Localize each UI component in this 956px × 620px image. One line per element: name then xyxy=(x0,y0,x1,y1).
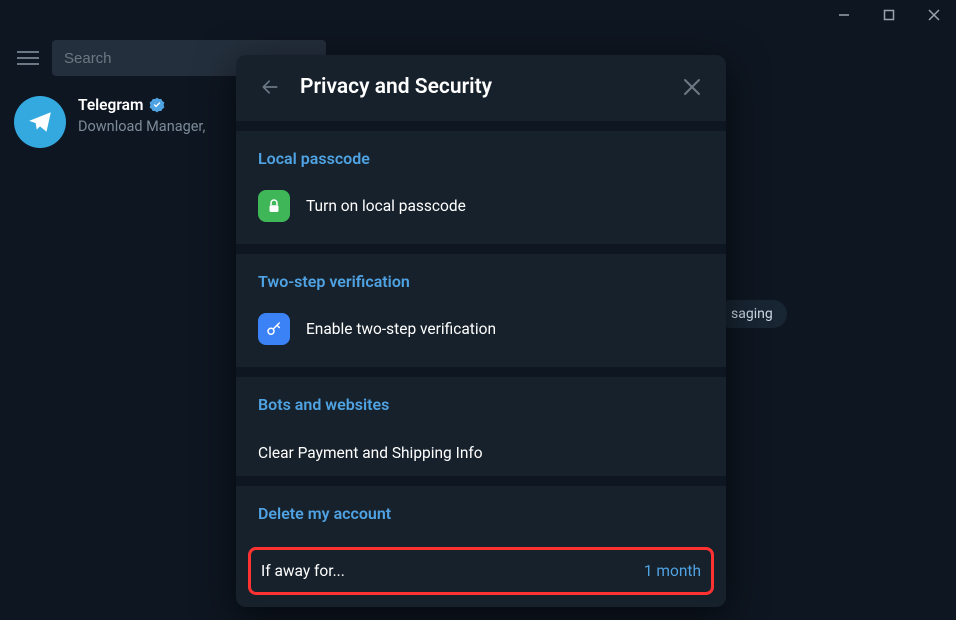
modal-header: Privacy and Security xyxy=(236,55,726,121)
section-header-local-passcode: Local passcode xyxy=(258,149,704,168)
key-icon xyxy=(258,313,290,345)
delete-away-label: If away for... xyxy=(261,562,345,580)
window-maximize-button[interactable] xyxy=(866,0,911,30)
row-if-away-for[interactable]: If away for... 1 month xyxy=(248,547,714,595)
verified-icon xyxy=(149,97,165,113)
window-minimize-button[interactable] xyxy=(821,0,866,30)
chat-subtitle: Download Manager, xyxy=(78,118,205,135)
chat-text: Telegram Download Manager, xyxy=(78,96,205,135)
row-enable-two-step[interactable]: Enable two-step verification xyxy=(258,307,704,351)
chat-title: Telegram xyxy=(78,96,143,114)
section-header-bots: Bots and websites xyxy=(258,395,704,414)
privacy-security-modal: Privacy and Security Local passcode Turn… xyxy=(236,55,726,607)
close-button[interactable] xyxy=(680,75,704,99)
row-label: Enable two-step verification xyxy=(306,320,496,338)
window-close-button[interactable] xyxy=(911,0,956,30)
lock-icon xyxy=(258,190,290,222)
arrow-left-icon xyxy=(260,77,280,97)
section-header-delete: Delete my account xyxy=(258,504,704,523)
menu-button[interactable] xyxy=(14,44,42,72)
row-label: Turn on local passcode xyxy=(306,197,466,215)
section-delete-account: Delete my account xyxy=(236,486,726,547)
modal-title: Privacy and Security xyxy=(300,75,662,99)
avatar xyxy=(14,96,66,148)
telegram-icon xyxy=(27,109,53,135)
row-turn-on-local-passcode[interactable]: Turn on local passcode xyxy=(258,184,704,228)
hamburger-icon xyxy=(17,50,39,66)
section-two-step: Two-step verification Enable two-step ve… xyxy=(236,254,726,367)
section-bots: Bots and websites xyxy=(236,377,726,414)
section-local-passcode: Local passcode Turn on local passcode xyxy=(236,131,726,244)
section-header-two-step: Two-step verification xyxy=(258,272,704,291)
delete-away-value: 1 month xyxy=(644,562,701,580)
back-button[interactable] xyxy=(258,75,282,99)
window-controls xyxy=(821,0,956,30)
close-icon xyxy=(683,78,701,96)
row-clear-payment-info[interactable]: Clear Payment and Shipping Info xyxy=(236,430,726,476)
background-badge: saging xyxy=(717,300,787,328)
